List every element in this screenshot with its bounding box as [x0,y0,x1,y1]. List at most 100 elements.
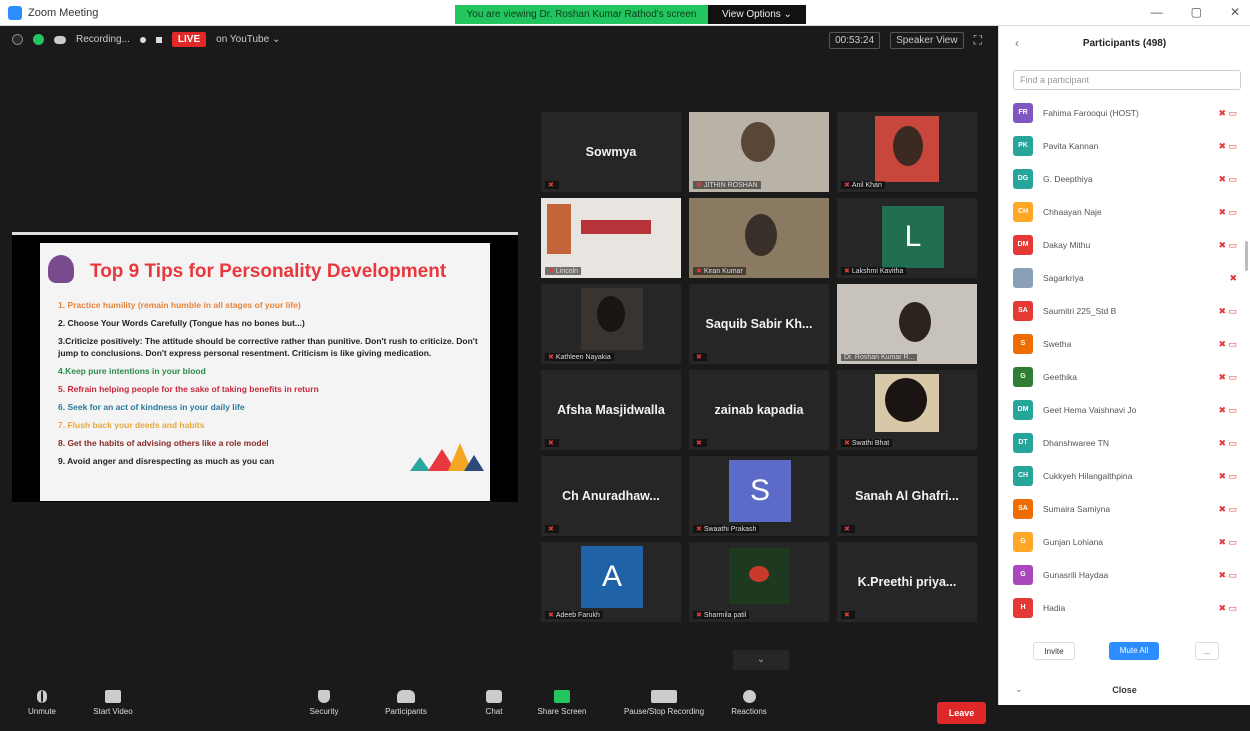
maximize-button[interactable]: ▢ [1191,5,1202,19]
start-video-button[interactable]: Start Video [88,690,138,716]
video-tile[interactable]: ✖ Kathleen Nayakia [541,284,681,364]
active-speaker-tile[interactable]: Dr. Roshan Kumar R... [837,284,977,364]
participant-row[interactable]: SA Sumaira Samiyna ✖ ▭ [999,494,1250,527]
participant-video [741,122,775,162]
participant-row[interactable]: H Hadia ✖ ▭ [999,593,1250,626]
participant-name: Ch Anuradhaw... [562,489,660,503]
tile-label: ✖ Kathleen Nayakia [545,353,614,361]
panel-scrollbar[interactable] [1245,241,1248,271]
live-badge: LIVE [171,32,207,47]
info-icon[interactable] [12,34,23,45]
muted-mic-video-icon: ✖ ▭ [1218,108,1237,118]
tile-label: ✖ [841,525,855,533]
video-tile[interactable]: S ✖ Swaathi Prakash [689,456,829,536]
participant-avatar: DM [1013,400,1033,420]
meeting-topbar: Recording... LIVE on YouTube ⌄ [12,32,280,47]
video-tile[interactable]: zainab kapadia ✖ [689,370,829,450]
participants-button[interactable]: Participants [376,690,436,716]
tile-label: ✖ Lakshmi Kavitha [841,267,907,275]
stop-icon[interactable] [155,36,162,43]
muted-mic-video-icon: ✖ ▭ [1218,339,1237,349]
video-tile[interactable]: Afsha Masjidwalla ✖ [541,370,681,450]
muted-mic-icon: ✖ [844,440,850,447]
fullscreen-icon[interactable]: ⛶ [974,33,982,48]
muted-mic-icon: ✖ [844,182,850,189]
mute-all-button[interactable]: Mute All [1109,642,1159,660]
participant-name: Dhanshwaree TN [1043,438,1109,448]
muted-mic-icon: ✖ [548,268,554,275]
video-tile[interactable]: Saquib Sabir Kh... ✖ [689,284,829,364]
participant-name: G. Deepthiya [1043,174,1093,184]
invite-button[interactable]: Invite [1033,642,1075,660]
participant-row[interactable]: SA Saumitri 225_Std B ✖ ▭ [999,296,1250,329]
record-icon [651,690,677,703]
video-tile[interactable]: ✖ JITHIN ROSHAN [689,112,829,192]
muted-mic-video-icon: ✖ ▭ [1218,570,1237,580]
participant-row[interactable]: CH Chhaayan Naje ✖ ▭ [999,197,1250,230]
participant-name: Sowmya [585,145,637,159]
video-tile[interactable]: L ✖ Lakshmi Kavitha [837,198,977,278]
participant-row[interactable]: DT Dhanshwaree TN ✖ ▭ [999,428,1250,461]
leave-button[interactable]: Leave [937,702,986,724]
muted-mic-icon: ✖ [696,526,702,533]
encryption-shield-icon[interactable] [33,34,44,45]
participant-search-input[interactable]: Find a participant [1013,70,1241,90]
participant-avatar: SA [1013,499,1033,519]
panel-title: Participants (498) [1082,38,1167,49]
security-button[interactable]: Security [304,690,344,716]
close-window-button[interactable]: ✕ [1230,5,1240,19]
muted-mic-icon: ✖ [696,612,702,619]
participant-row[interactable]: S Swetha ✖ ▭ [999,329,1250,362]
video-tile[interactable]: ✖ Swathi Bhat [837,370,977,450]
participant-row[interactable]: G Gunjan Lohiana ✖ ▭ [999,527,1250,560]
speaker-view-button[interactable]: Speaker View [890,32,964,49]
video-tile[interactable]: Sanah Al Ghafri... ✖ [837,456,977,536]
reactions-button[interactable]: Reactions [724,690,774,716]
participant-row[interactable]: DM Geet Hema Vaishnavi Jo ✖ ▭ [999,395,1250,428]
participant-name: Saquib Sabir Kh... [705,317,813,331]
video-tile[interactable]: K.Preethi priya... ✖ [837,542,977,622]
participant-row[interactable]: CH Cukkyeh Hilangalthpina ✖ ▭ [999,461,1250,494]
recording-status: Recording... [76,34,130,45]
participant-row[interactable]: G Geethika ✖ ▭ [999,362,1250,395]
participant-video [745,214,777,256]
video-tile[interactable]: ✖ Sharmila patil [689,542,829,622]
video-icon [105,690,121,703]
pause-stop-recording-button[interactable]: Pause/Stop Recording [612,690,716,716]
minimize-button[interactable]: — [1151,5,1163,19]
video-tile[interactable]: Sowmya ✖ [541,112,681,192]
participant-avatar: G [1013,565,1033,585]
participant-name: Dakay Mithu [1043,240,1091,250]
participant-row[interactable]: FR Fahima Farooqui (HOST) ✖ ▭ [999,98,1250,131]
unmute-button[interactable]: Unmute [22,690,62,716]
muted-mic-icon: ✖ [696,354,702,361]
video-tile[interactable]: ✖ Anil Khan [837,112,977,192]
video-tile[interactable]: ✖ Lincoln [541,198,681,278]
close-panel-button[interactable]: Close [999,685,1250,695]
view-options-button[interactable]: View Options ⌄ [708,5,806,24]
slide-tip: 1. Practice humility (remain humble in a… [58,300,301,310]
participant-row[interactable]: DG G. Deepthiya ✖ ▭ [999,164,1250,197]
video-tile[interactable]: A ✖ Adeeb Farukh [541,542,681,622]
participant-name: Swetha [1043,339,1072,349]
participant-row[interactable]: PK Pavita Kannan ✖ ▭ [999,131,1250,164]
mic-icon [37,690,47,703]
video-tile[interactable]: ✖ Kiran Kumar [689,198,829,278]
muted-mic-video-icon: ✖ ▭ [1218,207,1237,217]
participant-row[interactable]: G Gunasrili Haydaa ✖ ▭ [999,560,1250,593]
gallery-next-page-button[interactable]: ⌄ [733,650,789,670]
more-options-button[interactable]: ... [1195,642,1219,660]
muted-mic-icon: ✖ [548,612,554,619]
muted-mic-icon: ✖ [844,612,850,619]
muted-mic-video-icon: ✖ ▭ [1218,471,1237,481]
pause-icon[interactable] [139,36,146,43]
chat-button[interactable]: Chat [474,690,514,716]
participant-name: Sagarkriya [1043,273,1084,283]
muted-mic-video-icon: ✖ ▭ [1218,306,1237,316]
video-tile[interactable]: Ch Anuradhaw... ✖ [541,456,681,536]
muted-mic-video-icon: ✖ ▭ [1218,405,1237,415]
share-screen-button[interactable]: Share Screen [534,690,590,716]
participant-row[interactable]: Sagarkriya ✖ [999,263,1250,296]
participant-row[interactable]: DM Dakay Mithu ✖ ▭ [999,230,1250,263]
live-platform-dropdown[interactable]: on YouTube ⌄ [216,34,280,45]
